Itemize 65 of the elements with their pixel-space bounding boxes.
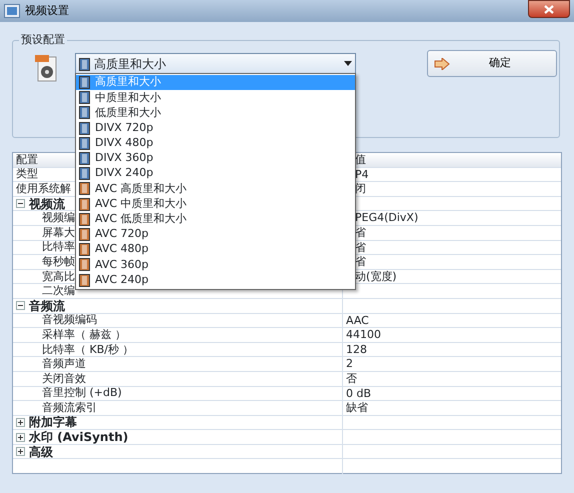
confirm-button[interactable]: 确定 [427, 50, 557, 77]
property-name: 音频流索引 [42, 401, 97, 415]
property-value: 省 [354, 226, 366, 239]
window-title: 视频设置 [25, 2, 69, 19]
dropdown-item[interactable]: AVC 720p [76, 226, 355, 242]
property-value: 2 [346, 357, 353, 370]
property-name: 视频编 [42, 211, 75, 225]
dropdown-item[interactable]: DIVX 480p [76, 136, 355, 151]
property-value: 0 dB [346, 386, 372, 400]
property-name: 采样率（ 赫兹 ） [42, 328, 126, 342]
plus-icon [17, 418, 24, 426]
expand-toggle[interactable] [16, 301, 25, 310]
film-icon [79, 58, 90, 71]
property-name: 音里控制 (+dB) [42, 386, 122, 400]
property-name: 音频声道 [42, 357, 86, 371]
property-value: 44100 [346, 328, 381, 342]
property-name: 关闭音效 [42, 372, 86, 386]
property-value: 缺省 [346, 401, 368, 414]
property-value: P4 [354, 168, 369, 181]
property-value: PEG4(DivX) [354, 211, 418, 224]
dropdown-item[interactable]: AVC 高质里和大小 [76, 181, 355, 196]
property-value: 动(宽度) [354, 270, 397, 283]
dropdown-item[interactable]: AVC 360p [76, 257, 355, 272]
section-title: 视频流 [29, 196, 65, 210]
preset-dropdown[interactable]: 高质里和大小 [75, 53, 356, 74]
property-name: 比特率（ KB/秒 ） [42, 342, 134, 356]
dropdown-item[interactable]: 低质里和大小 [76, 105, 355, 121]
property-name: 宽高比 [42, 270, 75, 284]
property-name: 音视频编码 [42, 314, 97, 328]
dropdown-item[interactable]: DIVX 240p [76, 166, 355, 182]
dropdown-item[interactable]: 中质里和大小 [76, 90, 355, 106]
plus-icon [17, 434, 24, 441]
section-title: 音频流 [29, 298, 65, 313]
dropdown-item[interactable]: AVC 240p [76, 272, 355, 288]
property-value: 省 [354, 240, 366, 254]
plus-icon [17, 448, 24, 456]
property-name: 二次编 [42, 284, 75, 298]
property-name: 类型 [16, 168, 38, 182]
column-header: 值 [354, 153, 367, 167]
property-value: 闭 [354, 182, 366, 196]
close-button[interactable] [528, 0, 570, 18]
app-icon [4, 4, 20, 18]
property-value: 省 [354, 255, 366, 268]
caret-icon [344, 61, 352, 66]
property-value: 128 [346, 342, 367, 356]
section-title: 高级 [29, 444, 53, 458]
property-name: 每秒帧 [42, 255, 75, 269]
dropdown-item[interactable]: DIVX 720p [76, 120, 355, 136]
dropdown-item[interactable]: AVC 中质里和大小 [76, 196, 355, 212]
property-name: 比特率 [42, 240, 75, 254]
close-icon [544, 4, 554, 14]
expand-toggle[interactable] [16, 432, 25, 442]
property-name: 使用系统解 [16, 182, 71, 196]
property-value: 否 [346, 372, 357, 385]
dropdown-item[interactable]: AVC 480p [76, 242, 355, 258]
dropdown-item[interactable]: AVC 低质里和大小 [76, 212, 355, 227]
expand-toggle[interactable] [16, 199, 25, 208]
property-value: AAC [346, 314, 369, 327]
property-name: 屏幕大 [42, 226, 75, 240]
expand-toggle[interactable] [16, 418, 25, 427]
section-title: 附加字幕 [29, 416, 77, 430]
arrow-icon [434, 58, 450, 70]
expand-toggle[interactable] [16, 447, 25, 456]
video-file-icon [34, 54, 58, 82]
section-title: 水印 (AviSynth) [29, 430, 128, 444]
